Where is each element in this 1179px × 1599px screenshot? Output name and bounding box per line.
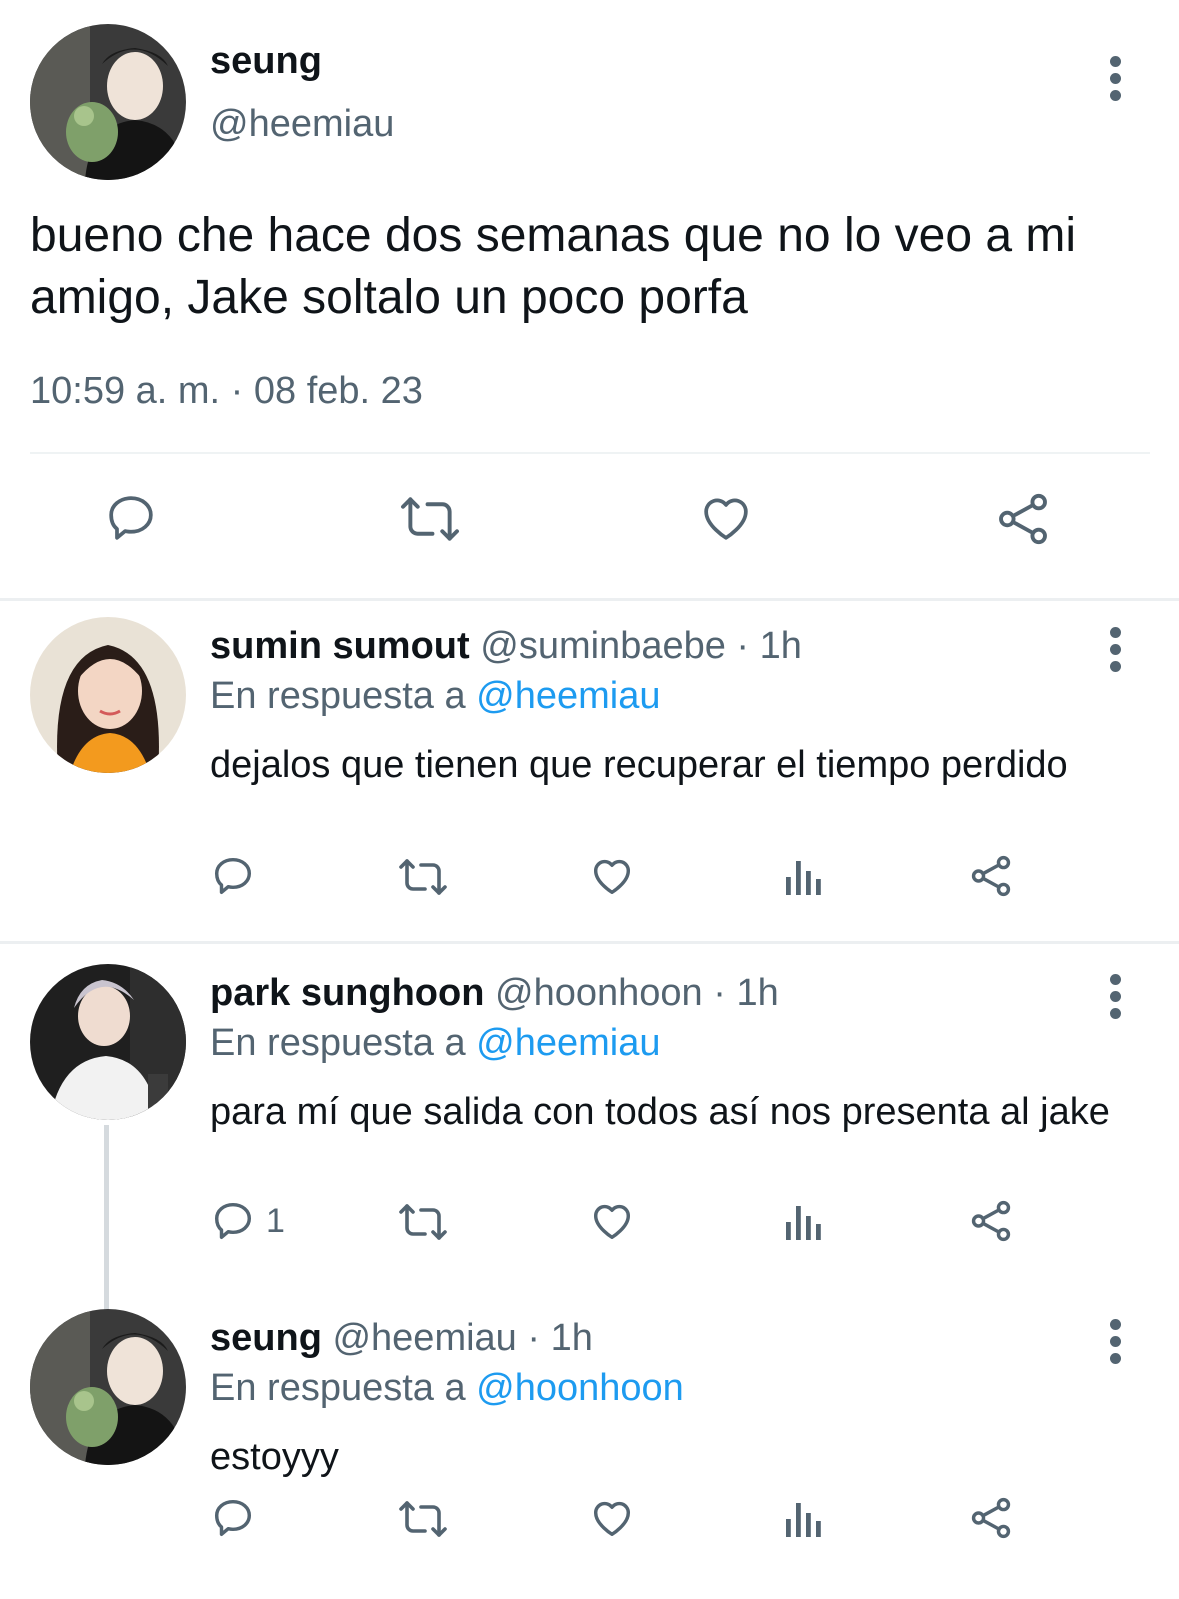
- reply-icon[interactable]: [210, 853, 256, 899]
- like-icon[interactable]: [697, 490, 755, 546]
- avatar[interactable]: [30, 24, 186, 180]
- share-icon[interactable]: [994, 490, 1052, 548]
- replying-to-label: En respuesta a: [210, 675, 466, 717]
- avatar[interactable]: [30, 617, 186, 773]
- reply-count: 1: [266, 1201, 285, 1240]
- tweet-actions: [0, 490, 1179, 560]
- reply-tweet[interactable]: sumin sumout @suminbaebe · 1h En respues…: [0, 603, 1179, 941]
- retweet-icon[interactable]: [397, 1497, 449, 1541]
- main-tweet: seung @heemiau bueno che hace dos semana…: [0, 0, 1179, 598]
- divider: [30, 452, 1150, 454]
- replying-to-label: En respuesta a: [210, 1022, 466, 1064]
- more-options-icon[interactable]: [1100, 627, 1130, 687]
- divider: [0, 941, 1179, 944]
- display-name[interactable]: seung: [210, 40, 322, 83]
- reply-icon[interactable]: [210, 1495, 256, 1541]
- share-icon[interactable]: [968, 853, 1014, 899]
- share-icon[interactable]: [968, 1198, 1014, 1244]
- user-handle[interactable]: @heemiau: [210, 103, 394, 146]
- mention-link[interactable]: @heemiau: [476, 675, 660, 717]
- mention-link[interactable]: @heemiau: [476, 1022, 660, 1064]
- user-handle[interactable]: @heemiau: [332, 1317, 516, 1359]
- mention-link[interactable]: @hoonhoon: [476, 1367, 684, 1409]
- tweet-text: bueno che hace dos semanas que no lo veo…: [30, 209, 1077, 324]
- user-handle[interactable]: @hoonhoon: [495, 972, 703, 1014]
- more-options-icon[interactable]: [1100, 974, 1130, 1034]
- avatar[interactable]: [30, 1309, 186, 1465]
- reply-header: seung @heemiau · 1h: [210, 1317, 593, 1360]
- retweet-icon[interactable]: [397, 855, 449, 899]
- share-icon[interactable]: [968, 1495, 1014, 1541]
- reply-icon[interactable]: [103, 490, 159, 546]
- reply-time: · 1h: [527, 1317, 593, 1359]
- reply-text: dejalos que tienen que recuperar el tiem…: [210, 744, 1068, 786]
- like-icon[interactable]: [588, 853, 636, 899]
- analytics-icon[interactable]: [780, 1200, 824, 1244]
- user-handle[interactable]: @suminbaebe: [480, 625, 726, 667]
- replying-to: En respuesta a @hoonhoon: [210, 1367, 684, 1410]
- reply-header: park sunghoon @hoonhoon · 1h: [210, 972, 779, 1015]
- display-name[interactable]: seung: [210, 1317, 322, 1359]
- more-options-icon[interactable]: [1100, 1319, 1130, 1379]
- like-icon[interactable]: [588, 1198, 636, 1244]
- avatar[interactable]: [30, 964, 186, 1120]
- retweet-icon[interactable]: [397, 1200, 449, 1244]
- reply-actions: [0, 1495, 1179, 1555]
- replying-to: En respuesta a @heemiau: [210, 1022, 661, 1065]
- reply-time: · 1h: [736, 625, 802, 667]
- reply-header: sumin sumout @suminbaebe · 1h: [210, 625, 802, 668]
- analytics-icon[interactable]: [780, 1497, 824, 1541]
- reply-actions: [0, 853, 1179, 913]
- reply-icon[interactable]: 1: [210, 1198, 285, 1244]
- reply-text: estoyyy: [210, 1436, 339, 1478]
- reply-time: · 1h: [713, 972, 779, 1014]
- divider: [0, 598, 1179, 601]
- more-options-icon[interactable]: [1100, 56, 1130, 116]
- reply-actions: 1: [0, 1198, 1179, 1258]
- tweet-timestamp[interactable]: 10:59 a. m. · 08 feb. 23: [30, 370, 423, 413]
- display-name[interactable]: sumin sumout: [210, 625, 470, 667]
- reply-tweet[interactable]: park sunghoon @hoonhoon · 1h En respuest…: [0, 950, 1179, 1310]
- analytics-icon[interactable]: [780, 855, 824, 899]
- retweet-icon[interactable]: [398, 492, 462, 546]
- reply-tweet[interactable]: seung @heemiau · 1h En respuesta a @hoon…: [0, 1295, 1179, 1595]
- reply-text: para mí que salida con todos así nos pre…: [210, 1091, 1110, 1133]
- replying-to-label: En respuesta a: [210, 1367, 466, 1409]
- replying-to: En respuesta a @heemiau: [210, 675, 661, 718]
- display-name[interactable]: park sunghoon: [210, 972, 484, 1014]
- like-icon[interactable]: [588, 1495, 636, 1541]
